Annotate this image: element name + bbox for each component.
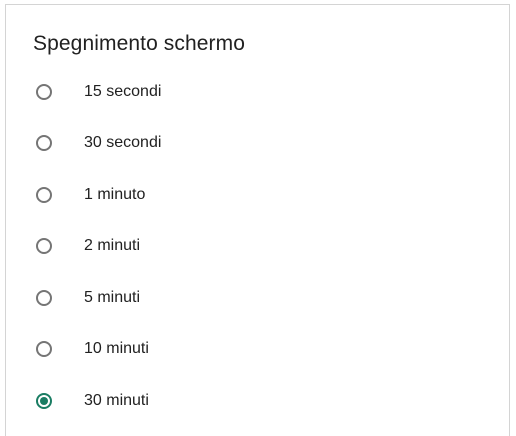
option-30-seconds[interactable]: 30 secondi <box>6 118 509 170</box>
radio-button-icon[interactable] <box>36 186 52 203</box>
option-10-minutes[interactable]: 10 minuti <box>6 324 509 376</box>
option-label: 2 minuti <box>84 237 141 255</box>
option-15-seconds[interactable]: 15 secondi <box>6 66 509 118</box>
radio-button-icon[interactable] <box>36 83 52 100</box>
option-label: 10 minuti <box>84 340 149 358</box>
radio-button-icon[interactable] <box>36 135 52 152</box>
option-label: 30 minuti <box>84 391 149 409</box>
option-label: 30 secondi <box>84 134 162 152</box>
radio-button-icon[interactable] <box>36 341 52 358</box>
option-30-minutes[interactable]: 30 minuti <box>6 375 509 427</box>
screen-timeout-dialog: Spegnimento schermo 15 secondi 30 second… <box>5 4 510 436</box>
option-label: 5 minuti <box>84 288 141 306</box>
option-5-minutes[interactable]: 5 minuti <box>6 272 509 324</box>
option-2-minutes[interactable]: 2 minuti <box>6 221 509 273</box>
radio-button-icon[interactable] <box>36 289 52 306</box>
option-label: 15 secondi <box>84 82 162 100</box>
option-1-minute[interactable]: 1 minuto <box>6 169 509 221</box>
option-label: 1 minuto <box>84 185 146 203</box>
radio-button-selected-icon[interactable] <box>36 392 52 409</box>
radio-button-icon[interactable] <box>36 238 52 255</box>
timeout-options-list: 15 secondi 30 secondi 1 minuto 2 minuti … <box>6 66 509 427</box>
dialog-title: Spegnimento schermo <box>33 32 246 55</box>
